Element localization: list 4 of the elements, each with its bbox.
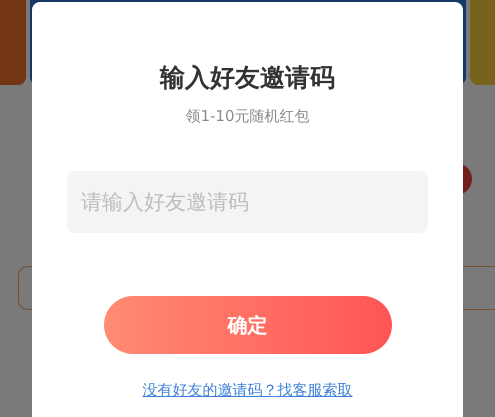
- dialog-subtitle: 领1-10元随机红包: [185, 106, 310, 127]
- dialog-title: 输入好友邀请码: [160, 62, 335, 94]
- help-link[interactable]: 没有好友的邀请码？找客服索取: [142, 379, 352, 401]
- confirm-button[interactable]: 确定: [104, 296, 392, 354]
